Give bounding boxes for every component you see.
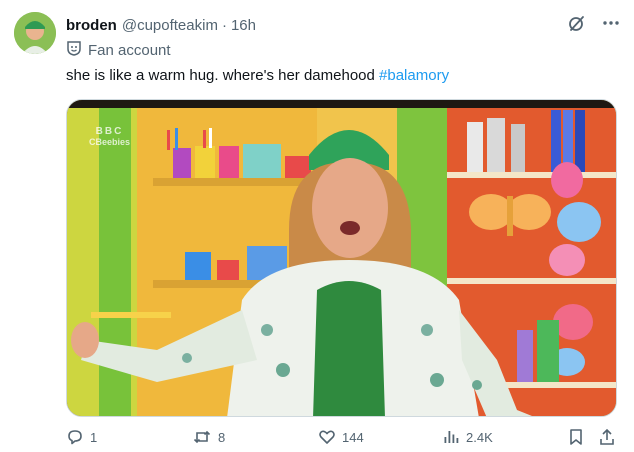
tweet-text: she is like a warm hug. where's her dame… xyxy=(66,66,449,86)
action-bar: 1 8 144 2.4K xyxy=(62,428,618,448)
hashtag-link[interactable]: #balamory xyxy=(379,67,449,84)
account-label-text: Fan account xyxy=(88,41,171,59)
like-icon xyxy=(318,428,336,446)
timestamp[interactable]: 16h xyxy=(231,17,256,34)
bookmark-button[interactable] xyxy=(568,428,584,446)
reply-button[interactable]: 1 xyxy=(66,428,97,446)
header-actions xyxy=(568,14,620,32)
bookmark-icon xyxy=(568,428,584,446)
avatar-image xyxy=(14,12,56,54)
avatar[interactable] xyxy=(14,12,56,54)
watermark-channel: CBeebies xyxy=(89,137,131,147)
user-handle[interactable]: @cupofteakim xyxy=(122,17,218,34)
account-label: Fan account xyxy=(66,40,171,60)
media-photo xyxy=(67,100,616,416)
share-button[interactable] xyxy=(598,428,616,446)
tweet-header: broden @cupofteakim · 16h xyxy=(66,14,620,36)
tweet-media[interactable]: BBC CBeebies xyxy=(66,99,617,417)
reply-count: 1 xyxy=(90,429,98,445)
fan-account-icon xyxy=(66,40,82,61)
like-count: 144 xyxy=(342,429,364,445)
repost-count: 8 xyxy=(218,429,226,445)
grok-icon[interactable] xyxy=(568,14,586,32)
views-button[interactable]: 2.4K xyxy=(442,428,493,446)
views-count: 2.4K xyxy=(466,429,493,445)
watermark-bbc: BBC xyxy=(95,126,124,137)
tweet-body: she is like a warm hug. where's her dame… xyxy=(66,67,380,84)
separator-dot: · xyxy=(221,16,227,34)
share-icon xyxy=(598,428,616,446)
tv-watermark: BBC CBeebies xyxy=(89,126,130,148)
repost-button[interactable]: 8 xyxy=(192,428,225,446)
more-icon[interactable] xyxy=(602,14,620,32)
display-name[interactable]: broden xyxy=(66,17,117,34)
like-button[interactable]: 144 xyxy=(318,428,364,446)
repost-icon xyxy=(192,428,212,446)
reply-icon xyxy=(66,428,84,446)
views-icon xyxy=(442,428,460,446)
